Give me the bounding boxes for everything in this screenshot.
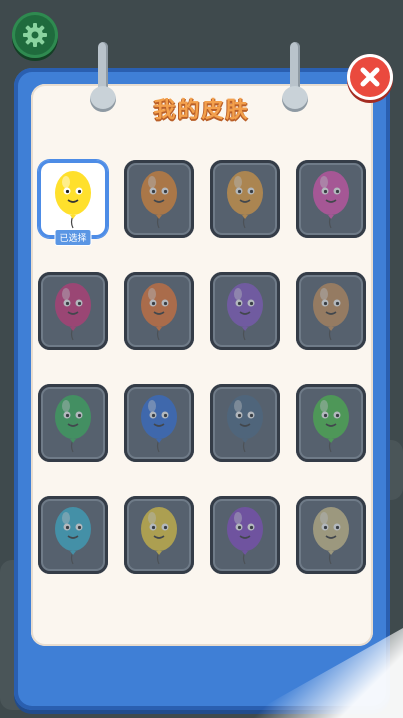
- green-dragon-balloon-icon: [55, 395, 91, 453]
- yellow-face-balloon-icon: [141, 507, 177, 565]
- purple-grin-balloon-icon: [227, 507, 263, 565]
- fox-balloon-icon: [141, 283, 177, 341]
- settings-button[interactable]: [12, 12, 58, 58]
- blue-monster-balloon-icon: [141, 395, 177, 453]
- page-title: 我的皮肤: [153, 98, 250, 123]
- skin-slot-penguin[interactable]: [210, 384, 280, 462]
- selected-badge: 已选择: [54, 229, 92, 246]
- close-icon: [360, 67, 380, 87]
- yellow-chick-balloon-icon: [55, 171, 91, 229]
- skin-slot-old-man[interactable]: [296, 496, 366, 574]
- skin-slot-purple-striped[interactable]: [210, 272, 280, 350]
- green-frog-balloon-icon: [313, 395, 349, 453]
- skin-slot-green-frog[interactable]: [296, 384, 366, 462]
- orange-bird-balloon-icon: [227, 171, 263, 229]
- orange-monster-balloon-icon: [141, 171, 177, 229]
- old-man-balloon-icon: [313, 507, 349, 565]
- gear-icon: [23, 23, 47, 47]
- teal-monster-balloon-icon: [55, 507, 91, 565]
- skin-grid: 已选择: [38, 160, 368, 574]
- penguin-balloon-icon: [227, 395, 263, 453]
- skin-slot-green-dragon[interactable]: [38, 384, 108, 462]
- pink-cat-balloon-icon: [313, 171, 349, 229]
- skin-slot-orange-monster[interactable]: [124, 160, 194, 238]
- bear-balloon-icon: [313, 283, 349, 341]
- pink-dots-balloon-icon: [55, 283, 91, 341]
- skin-slot-yellow-face[interactable]: [124, 496, 194, 574]
- skin-slot-purple-grin[interactable]: [210, 496, 280, 574]
- skin-slot-blue-monster[interactable]: [124, 384, 194, 462]
- skin-slot-teal-monster[interactable]: [38, 496, 108, 574]
- purple-striped-balloon-icon: [227, 283, 263, 341]
- skin-slot-orange-bird[interactable]: [210, 160, 280, 238]
- skin-slot-pink-dots[interactable]: [38, 272, 108, 350]
- skin-slot-bear[interactable]: [296, 272, 366, 350]
- skin-slot-fox[interactable]: [124, 272, 194, 350]
- skin-slot-yellow-chick[interactable]: 已选择: [38, 160, 108, 246]
- skin-slot-pink-cat[interactable]: [296, 160, 366, 238]
- close-button[interactable]: [347, 54, 393, 100]
